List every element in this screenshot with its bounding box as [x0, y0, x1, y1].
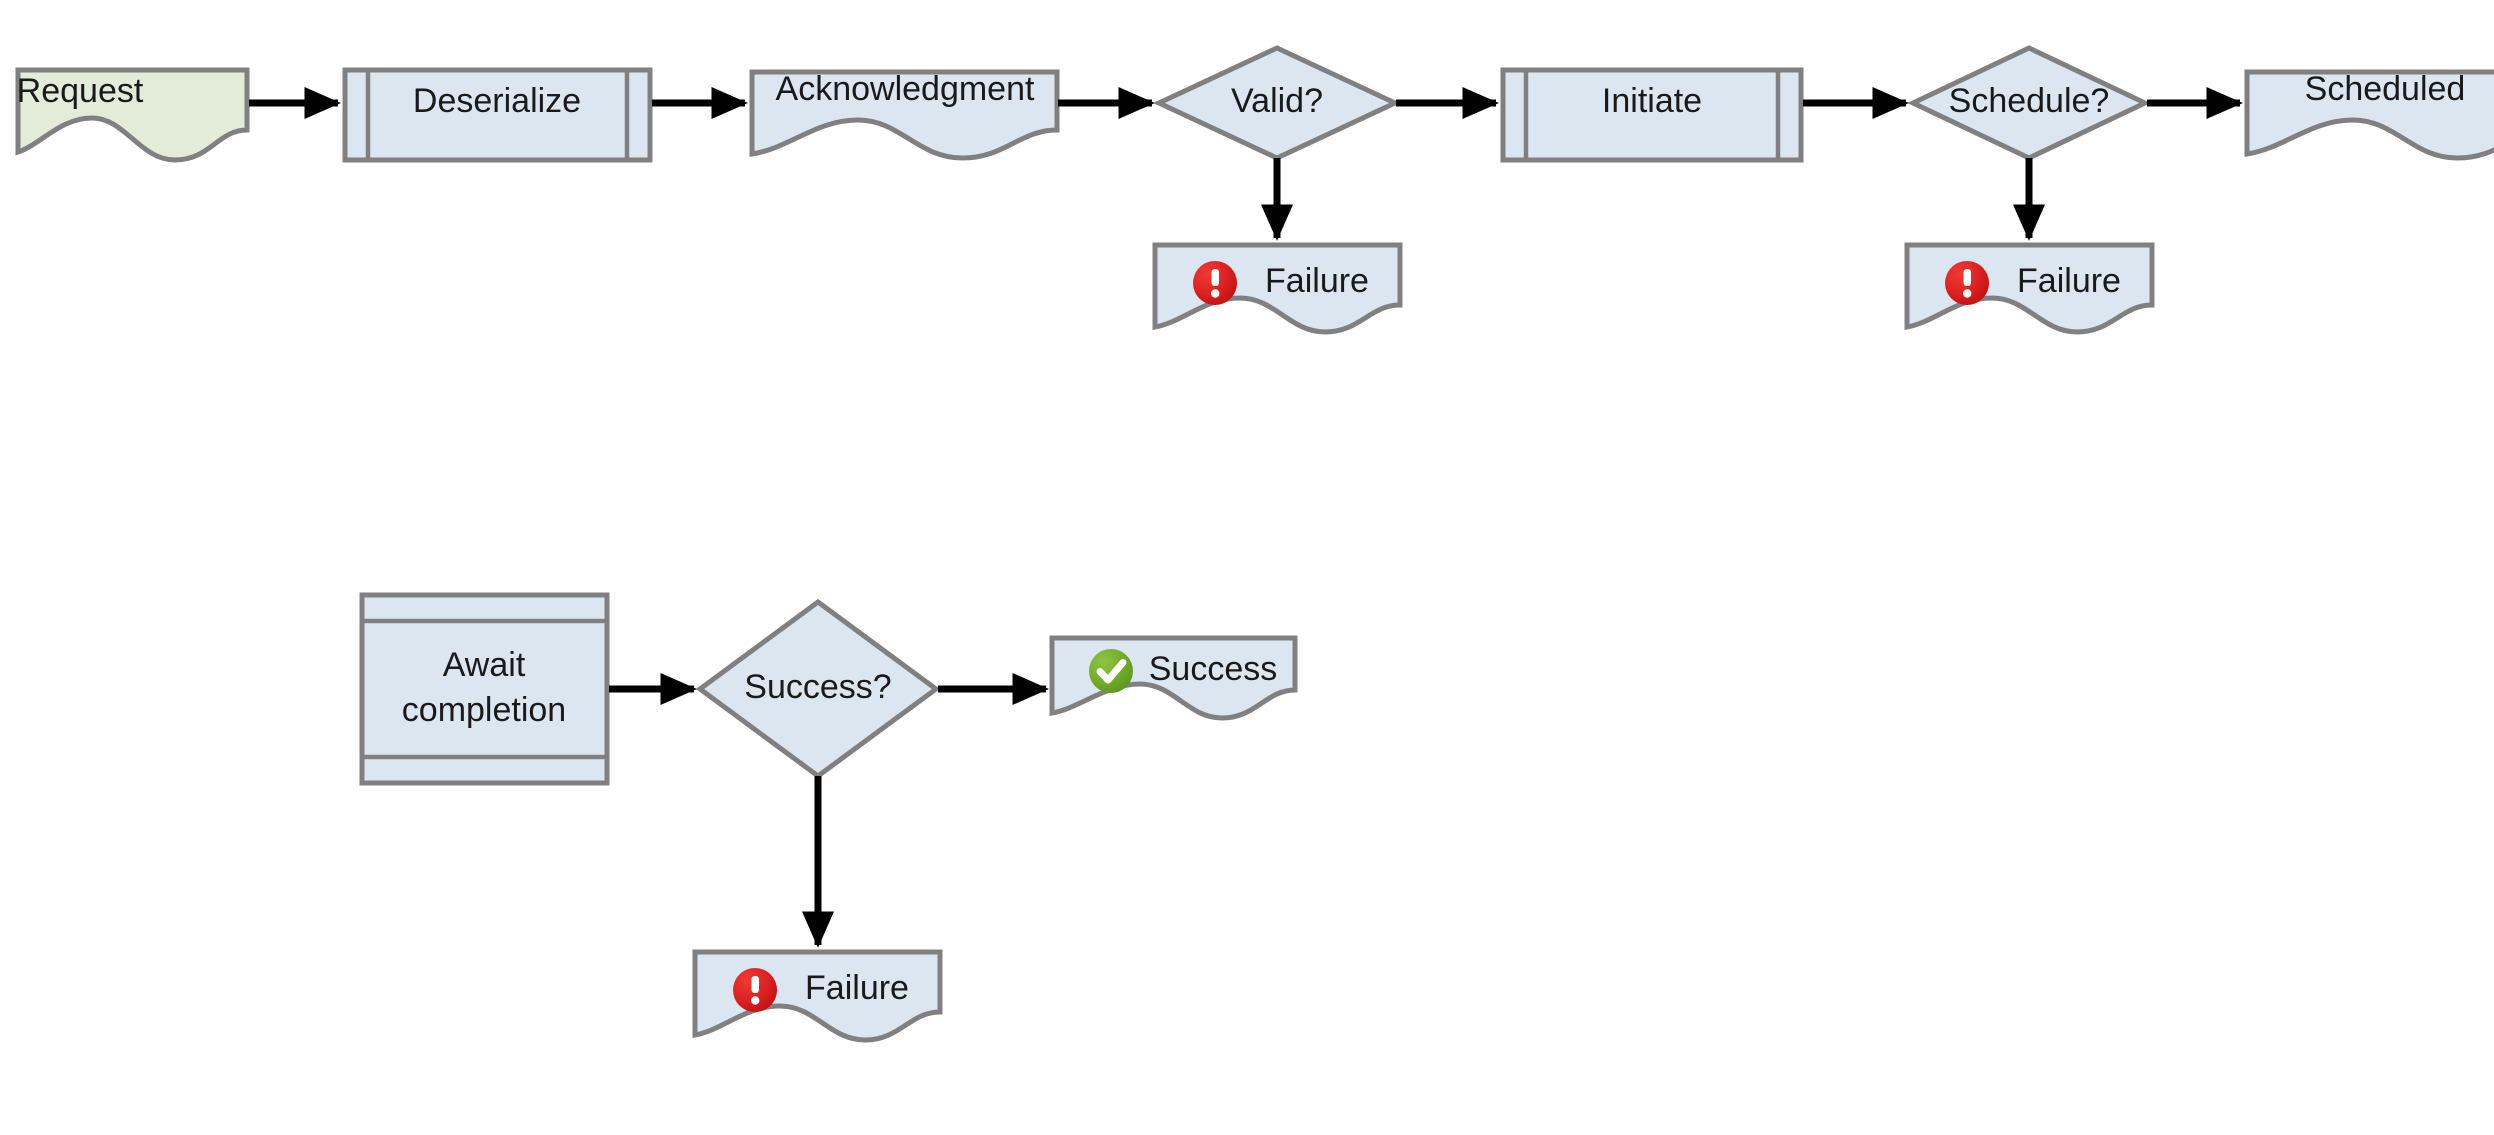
- node-acknowledgment[interactable]: Acknowledgment: [749, 69, 1060, 161]
- node-success-result[interactable]: Success: [1049, 635, 1298, 721]
- node-request-label: Request: [17, 72, 144, 110]
- success-icon: [1089, 649, 1133, 693]
- error-icon: [1945, 261, 1989, 305]
- node-failure-success[interactable]: Failure: [692, 949, 943, 1043]
- node-failure-schedule-label: Failure: [2017, 262, 2121, 300]
- node-success-decision-label: Success?: [744, 668, 891, 706]
- flowchart-canvas: Request Deserialize Acknowledgment Valid…: [0, 0, 2494, 1135]
- flowchart-svg: Request Deserialize Acknowledgment Valid…: [15, 45, 2494, 1043]
- node-initiate-label: Initiate: [1602, 82, 1702, 120]
- node-schedule-decision[interactable]: Schedule?: [1907, 45, 2151, 161]
- node-scheduled-label: Scheduled: [2305, 70, 2466, 108]
- node-scheduled[interactable]: Scheduled: [2244, 69, 2494, 161]
- node-request[interactable]: Request: [15, 67, 250, 163]
- node-initiate[interactable]: Initiate: [1500, 67, 1804, 163]
- node-deserialize[interactable]: Deserialize: [342, 67, 653, 163]
- node-valid-decision[interactable]: Valid?: [1153, 45, 1401, 161]
- node-deserialize-label: Deserialize: [413, 82, 581, 120]
- node-failure-schedule[interactable]: Failure: [1904, 242, 2155, 335]
- node-valid-decision-label: Valid?: [1231, 82, 1323, 120]
- node-await-completion[interactable]: Await completion: [359, 592, 610, 786]
- node-failure-valid[interactable]: Failure: [1152, 242, 1403, 335]
- node-await-completion-label-line2: completion: [402, 691, 566, 729]
- node-await-completion-label-line1: Await: [443, 646, 526, 684]
- node-success-result-label: Success: [1149, 650, 1278, 688]
- error-icon: [733, 968, 777, 1012]
- node-schedule-decision-label: Schedule?: [1949, 82, 2110, 120]
- error-icon: [1193, 261, 1237, 305]
- node-success-decision[interactable]: Success?: [695, 598, 941, 780]
- node-acknowledgment-label: Acknowledgment: [776, 70, 1035, 108]
- node-failure-valid-label: Failure: [1265, 262, 1369, 300]
- node-failure-success-label: Failure: [805, 969, 909, 1007]
